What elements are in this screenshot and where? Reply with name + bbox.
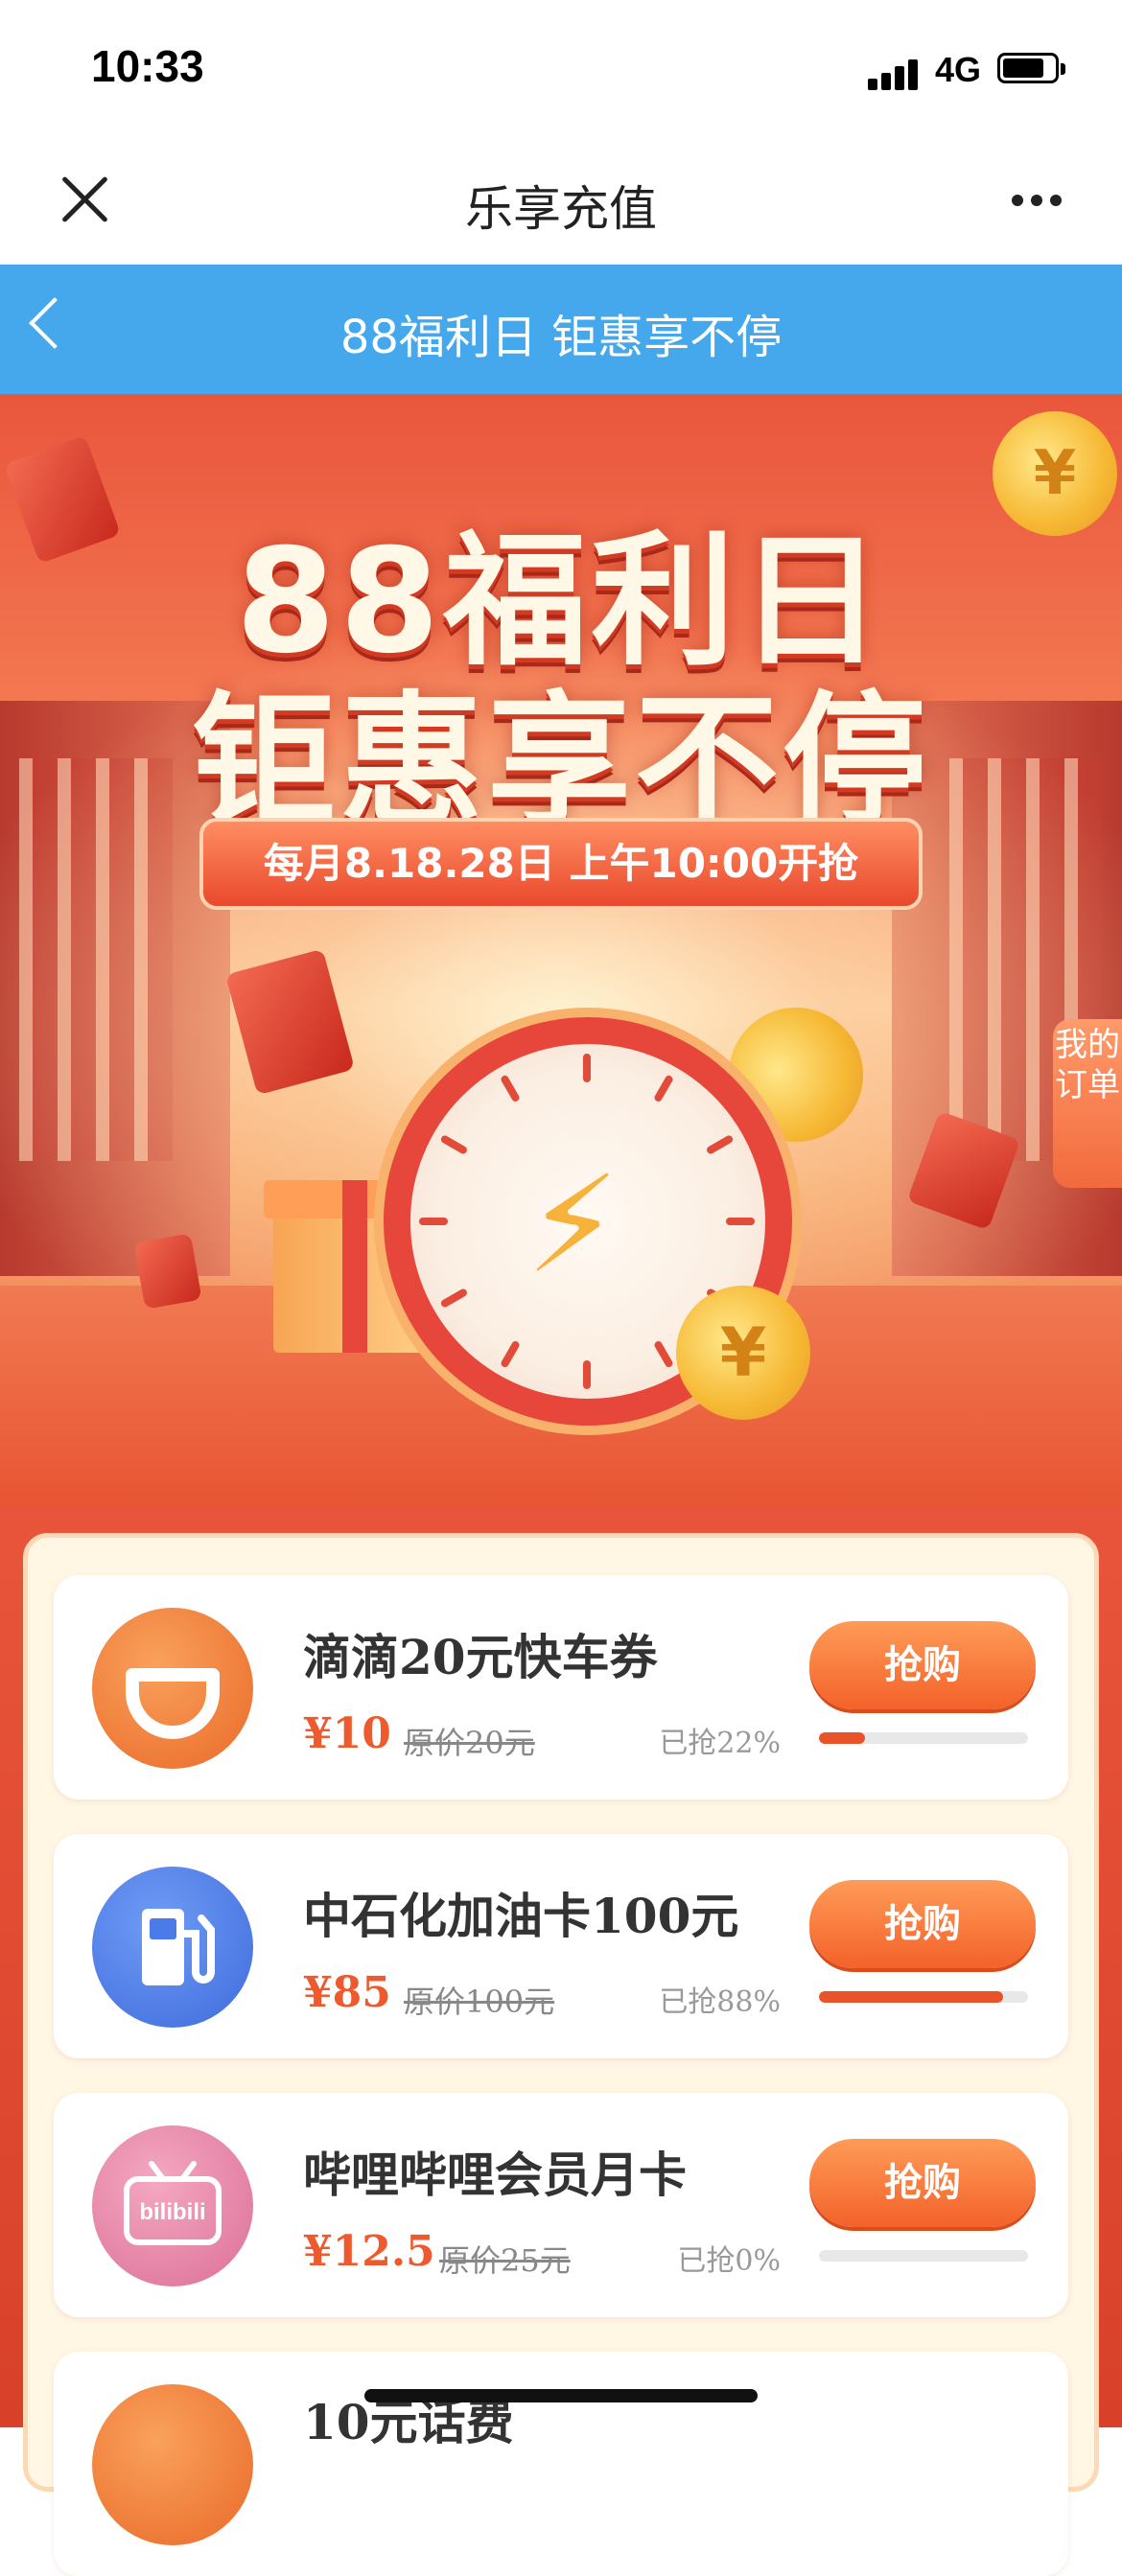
product-name: 中石化加油卡100元 xyxy=(303,1888,739,1944)
coin-icon: ¥ xyxy=(676,1286,810,1420)
signal-icon xyxy=(868,58,922,90)
product-sold-percent: 已抢22% xyxy=(659,1727,781,1760)
buy-button[interactable]: 抢购 xyxy=(809,2139,1036,2227)
product-original-price: 原价20元 xyxy=(404,1725,535,1761)
page-title: 乐享充值 xyxy=(465,181,657,237)
product-sold-percent: 已抢0% xyxy=(677,2244,781,2278)
network-type: 4G xyxy=(935,50,982,89)
fuel-pump-icon xyxy=(92,1867,253,2028)
phone-bill-icon xyxy=(92,2384,253,2545)
svg-text:bilibili: bilibili xyxy=(139,2199,205,2225)
status-bar: 10:33 4G xyxy=(0,0,1122,134)
product-original-price: 原价100元 xyxy=(404,1984,555,2020)
product-panel: 滴滴20元快车券 ¥10 原价20元 已抢22% 抢购 中石化加油卡100元 ¥… xyxy=(0,1506,1122,2576)
product-name: 滴滴20元快车券 xyxy=(303,1629,658,1685)
sold-progress-bar xyxy=(819,1732,1028,1744)
battery-icon xyxy=(997,53,1065,83)
bilibili-logo-icon: bilibili xyxy=(92,2125,253,2286)
product-name: 哔哩哔哩会员月卡 xyxy=(303,2147,687,2203)
status-time: 10:33 xyxy=(91,41,204,91)
buy-button[interactable]: 抢购 xyxy=(809,1621,1036,1709)
product-card-sinopec[interactable]: 中石化加油卡100元 ¥85 原价100元 已抢88% 抢购 xyxy=(54,1834,1068,2058)
didi-logo-icon xyxy=(92,1608,253,1769)
product-price: ¥85 xyxy=(303,1968,391,2017)
buy-button[interactable]: 抢购 xyxy=(809,1880,1036,1968)
product-sold-percent: 已抢88% xyxy=(659,1985,781,2019)
banner-title: 88福利日 钜惠享不停 xyxy=(339,311,783,364)
product-price: ¥10 xyxy=(303,1709,391,1758)
product-card-phone-bill[interactable]: 10元话费 xyxy=(54,2352,1068,2576)
my-orders-tab[interactable]: 我的订单 xyxy=(1053,1019,1122,1188)
product-price: ¥12.5 xyxy=(303,2227,435,2276)
more-options-icon[interactable] xyxy=(1012,192,1069,210)
product-card-bilibili[interactable]: bilibili 哔哩哔哩会员月卡 ¥12.5 原价25元 已抢0% 抢购 xyxy=(54,2093,1068,2317)
schedule-pill: 每月8.18.28日 上午10:00开抢 xyxy=(199,818,923,910)
home-indicator xyxy=(364,2389,758,2402)
sold-progress-bar xyxy=(819,1991,1028,2003)
product-card-didi[interactable]: 滴滴20元快车券 ¥10 原价20元 已抢22% 抢购 xyxy=(54,1575,1068,1799)
red-envelope-icon xyxy=(133,1233,202,1310)
product-original-price: 原价25元 xyxy=(439,2242,571,2279)
hero-banner: ¥ 88福利日 钜惠享不停 每月8.18.28日 上午10:00开抢 ⚡ ¥ 我… xyxy=(0,394,1122,1506)
sold-progress-bar xyxy=(819,2250,1028,2262)
lightning-icon: ⚡ xyxy=(526,1148,620,1304)
